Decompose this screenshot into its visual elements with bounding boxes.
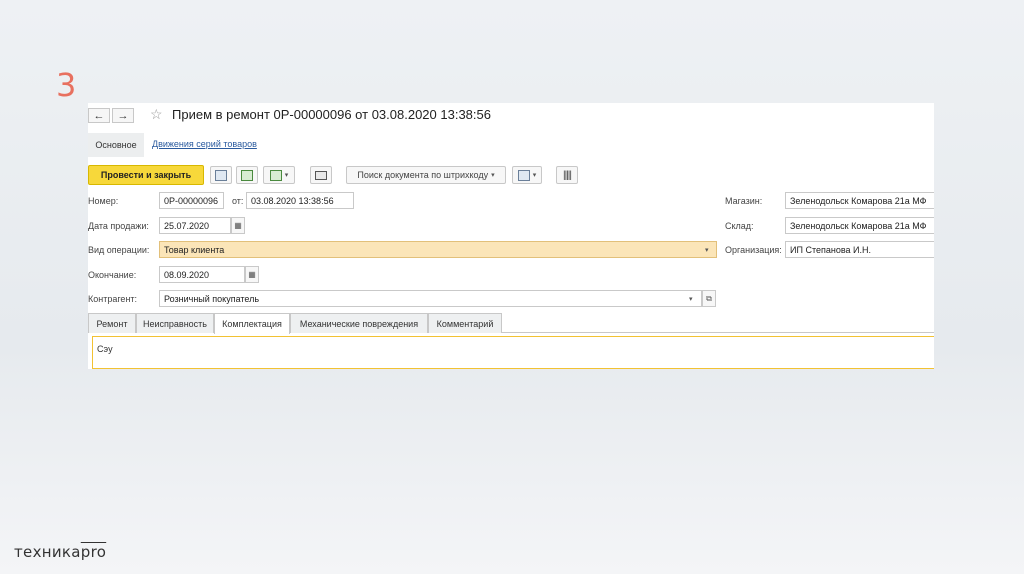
store-label: Магазин:: [725, 196, 763, 206]
printer-icon: [315, 170, 327, 180]
number-field[interactable]: 0Р-00000096: [159, 192, 224, 209]
tab-mechanical-damage[interactable]: Механические повреждения: [290, 313, 428, 333]
store-field[interactable]: Зеленодольск Комарова 21а МФ: [785, 192, 934, 209]
logo-text-pro: pro: [80, 543, 107, 561]
from-label: от:: [232, 196, 244, 206]
warehouse-field[interactable]: Зеленодольск Комарова 21а МФ: [785, 217, 934, 234]
forward-button[interactable]: →: [112, 108, 134, 123]
organization-field[interactable]: ИП Степанова И.Н.: [785, 241, 934, 258]
favorite-star-icon[interactable]: ☆: [150, 106, 163, 123]
detail-tabs: Ремонт Неисправность Комплектация Механи…: [88, 312, 934, 334]
sale-date-field[interactable]: 25.07.2020: [159, 217, 231, 234]
chevron-down-icon[interactable]: ▾: [689, 295, 693, 303]
back-arrow-icon: ←: [93, 109, 105, 122]
sale-date-label: Дата продажи:: [88, 221, 149, 231]
report-icon: [517, 169, 530, 181]
create-based-on-button[interactable]: ▾: [263, 166, 295, 184]
slide-number: 3: [56, 66, 77, 104]
tab-malfunction[interactable]: Неисправность: [136, 313, 214, 333]
post-button[interactable]: [236, 166, 258, 184]
search-by-barcode-label: Поиск документа по штрихкоду: [357, 170, 489, 180]
post-document-icon: [241, 169, 253, 181]
search-by-barcode-button[interactable]: Поиск документа по штрихкоду ▾: [346, 166, 506, 184]
open-link-icon[interactable]: ⧉: [702, 290, 716, 307]
chevron-down-icon: ▾: [491, 172, 495, 179]
end-date-label: Окончание:: [88, 270, 137, 280]
tab-comment[interactable]: Комментарий: [428, 313, 502, 333]
logo-text: техника: [14, 543, 81, 561]
end-date-field[interactable]: 08.09.2020: [159, 266, 245, 283]
operation-type-label: Вид операции:: [88, 245, 150, 255]
save-button[interactable]: [210, 166, 232, 184]
section-series-movements-link[interactable]: Движения серий товаров: [152, 139, 257, 149]
operation-type-select[interactable]: Товар клиента: [159, 241, 717, 258]
window-title: Прием в ремонт 0Р-00000096 от 03.08.2020…: [172, 107, 491, 122]
warehouse-label: Склад:: [725, 221, 754, 231]
number-label: Номер:: [88, 196, 119, 206]
chevron-down-icon[interactable]: ▾: [705, 246, 709, 254]
save-icon: [215, 169, 227, 181]
document-window: ← → ☆ Прием в ремонт 0Р-00000096 от 03.0…: [88, 103, 934, 369]
forward-arrow-icon: →: [117, 109, 129, 122]
reports-button[interactable]: ▾: [512, 166, 542, 184]
contractor-select[interactable]: Розничный покупатель: [159, 290, 702, 307]
post-and-close-button[interactable]: Провести и закрыть: [88, 165, 204, 185]
date-time-field[interactable]: 03.08.2020 13:38:56: [246, 192, 354, 209]
completeness-text-area[interactable]: Сэу: [92, 336, 934, 369]
back-button[interactable]: ←: [88, 108, 110, 123]
window-titlebar: ← → ☆ Прием в ремонт 0Р-00000096 от 03.0…: [88, 103, 934, 129]
organization-label: Организация:: [725, 245, 782, 255]
section-main[interactable]: Основное: [88, 133, 144, 157]
calendar-icon[interactable]: ▦: [231, 217, 245, 234]
toolbar: Провести и закрыть ▾ Поиск документа по …: [88, 165, 934, 185]
create-based-on-icon: [269, 169, 282, 181]
calendar-icon[interactable]: ▦: [245, 266, 259, 283]
contractor-label: Контрагент:: [88, 294, 138, 304]
chevron-down-icon: ▾: [532, 172, 537, 179]
barcode-icon: |||||: [563, 169, 572, 181]
section-nav: Основное Движения серий товаров: [88, 133, 934, 157]
print-button[interactable]: [310, 166, 332, 184]
barcode-button[interactable]: |||||: [556, 166, 578, 184]
tab-completeness[interactable]: Комплектация: [214, 313, 290, 334]
chevron-down-icon: ▾: [284, 172, 289, 179]
company-logo: техникаpro: [14, 543, 106, 561]
tab-repair[interactable]: Ремонт: [88, 313, 136, 333]
